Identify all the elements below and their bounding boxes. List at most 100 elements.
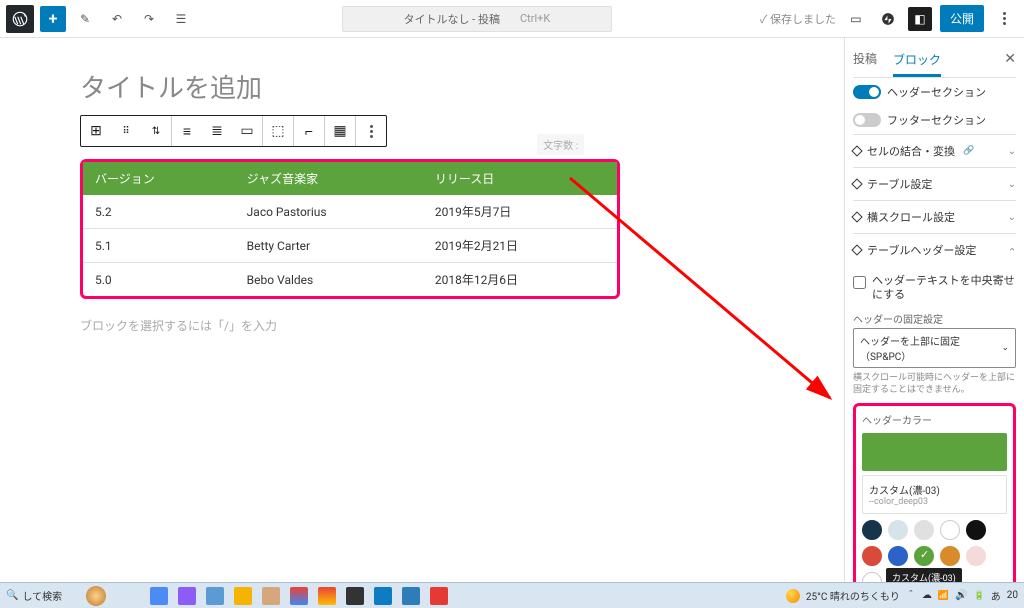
chrome-icon[interactable] (290, 587, 308, 605)
color-swatch[interactable] (888, 546, 908, 566)
diamond-icon (851, 244, 862, 255)
color-swatch[interactable] (940, 520, 960, 540)
post-title-input[interactable]: タイトルを追加 (80, 68, 764, 105)
color-swatch[interactable] (966, 546, 986, 566)
view-icon[interactable]: ▭ (844, 7, 868, 31)
panel-hscroll-settings[interactable]: 横スクロール設定 ⌄ (853, 200, 1016, 233)
add-block-button[interactable]: + (40, 6, 66, 32)
table-edit-icon[interactable]: ▦ (325, 116, 355, 146)
app-icon[interactable] (178, 587, 196, 605)
app-icon[interactable] (318, 587, 336, 605)
align-wide-icon[interactable]: ▭ (232, 116, 262, 146)
app-icon[interactable] (150, 587, 168, 605)
center-header-checkbox-row: ヘッダーテキストを中央寄せにする (853, 270, 1016, 307)
center-header-checkbox[interactable] (853, 276, 866, 289)
top-bar: + ✎ ↶ ↷ ☰ タイトルなし - 投稿 Ctrl+K ✓ 保存しました ▭ … (0, 0, 1024, 38)
color-token: --color_deep03 (869, 497, 1000, 507)
sidebar-scrollbar[interactable] (844, 38, 845, 582)
color-swatch[interactable] (914, 546, 934, 566)
table-header-row[interactable]: バージョン ジャズ音楽家 リリース日 (83, 162, 617, 195)
taskbar-search[interactable]: 🔍 して検索 (6, 588, 62, 603)
block-type-icon[interactable]: ⊞ (81, 116, 111, 146)
table-row[interactable]: 5.1 Betty Carter 2019年2月21日 (83, 229, 617, 263)
header-section-toggle[interactable] (853, 85, 881, 99)
settings-sidebar: 投稿 ブロック ✕ ヘッダーセクション フッターセクション セルの結合・変換 🔗… (844, 38, 1024, 582)
data-table[interactable]: バージョン ジャズ音楽家 リリース日 5.2 Jaco Pastorius 20… (83, 162, 617, 296)
taskbar-apps (150, 587, 448, 605)
cortana-icon[interactable] (86, 586, 106, 606)
tab-post[interactable]: 投稿 (853, 44, 877, 73)
edit-mode-icon[interactable]: ✎ (72, 6, 98, 32)
more-options-icon[interactable] (992, 6, 1018, 32)
fix-header-label: ヘッダーの固定設定 (853, 307, 1016, 328)
publish-button[interactable]: 公開 (940, 5, 984, 32)
color-swatch[interactable] (888, 520, 908, 540)
header-section-toggle-row: ヘッダーセクション (853, 78, 1016, 106)
center-header-label: ヘッダーテキストを中央寄せにする (872, 274, 1016, 303)
tray-volume-icon[interactable]: 🔊 (955, 590, 967, 601)
shortcut-hint: Ctrl+K (520, 12, 550, 25)
footer-section-label: フッターセクション (887, 112, 986, 128)
cell-style-icon[interactable]: ⬚ (263, 116, 293, 146)
tray-cloud-icon[interactable]: ☁ (922, 590, 932, 601)
weather-icon[interactable] (786, 589, 800, 603)
document-title-field[interactable]: タイトルなし - 投稿 Ctrl+K (342, 6, 612, 32)
chevron-down-icon: ⌄ (1001, 343, 1009, 353)
app-icon[interactable] (402, 587, 420, 605)
edge-icon[interactable] (374, 587, 392, 605)
color-info-card: カスタム(濃-03) --color_deep03 (862, 475, 1007, 514)
header-color-section-highlight: ヘッダーカラー カスタム(濃-03) --color_deep03 カスタム(濃… (853, 403, 1016, 582)
jetpack-icon[interactable] (876, 7, 900, 31)
tray-chevron-icon[interactable]: ＾ (906, 588, 916, 603)
tray-wifi-icon[interactable]: 📶 (938, 591, 949, 601)
block-toolbar: ⊞ ⠿ ⇅ ≡ ≣ ▭ ⬚ ⌐ ▦ (80, 115, 387, 147)
swatch-tooltip: カスタム(濃-03) (886, 568, 962, 582)
undo-icon[interactable]: ↶ (104, 6, 130, 32)
panel-cell-merge[interactable]: セルの結合・変換 🔗 ⌄ (853, 134, 1016, 167)
header-color-label: ヘッダーカラー (862, 412, 1007, 429)
move-icon[interactable]: ⇅ (141, 116, 171, 146)
app-icon[interactable] (206, 587, 224, 605)
editor-canvas[interactable]: タイトルを追加 文字数 : ⊞ ⠿ ⇅ ≡ ≣ ▭ ⬚ ⌐ ▦ (0, 38, 844, 582)
panel-table-settings[interactable]: テーブル設定 ⌄ (853, 167, 1016, 200)
weather-text[interactable]: 25°C 晴れのちくもり (806, 588, 900, 603)
redo-icon[interactable]: ↷ (136, 6, 162, 32)
color-swatch[interactable] (966, 520, 986, 540)
color-swatch[interactable] (940, 546, 960, 566)
explorer-icon[interactable] (234, 587, 252, 605)
align-left-icon[interactable]: ≡ (172, 116, 202, 146)
fix-header-select[interactable]: ヘッダーを上部に固定（SP&PC） ⌄ (853, 328, 1016, 368)
panel-table-header[interactable]: テーブルヘッダー設定 ⌄ (853, 233, 1016, 266)
app-icon[interactable] (262, 587, 280, 605)
chevron-down-icon: ⌄ (1008, 212, 1016, 223)
taskbar-clock[interactable]: 20 (1007, 590, 1018, 601)
header-color-preview[interactable] (862, 433, 1007, 471)
annotation-arrow (560, 168, 844, 428)
document-outline-icon[interactable]: ☰ (168, 6, 194, 32)
caption-icon[interactable]: ⌐ (294, 116, 324, 146)
search-icon: 🔍 (6, 590, 18, 601)
saved-status: ✓ 保存しました (760, 11, 836, 27)
color-swatch[interactable] (862, 546, 882, 566)
settings-sidebar-toggle[interactable]: ◧ (908, 7, 932, 31)
more-block-options-icon[interactable] (356, 116, 386, 146)
table-row[interactable]: 5.2 Jaco Pastorius 2019年5月7日 (83, 195, 617, 229)
ime-indicator[interactable]: あ (991, 588, 1001, 603)
align-center-icon[interactable]: ≣ (202, 116, 232, 146)
link-icon: 🔗 (963, 146, 974, 156)
th-version[interactable]: バージョン (83, 162, 235, 195)
th-musician[interactable]: ジャズ音楽家 (235, 162, 423, 195)
drag-handle-icon[interactable]: ⠿ (111, 116, 141, 146)
color-swatch[interactable] (914, 520, 934, 540)
tray-battery-icon[interactable]: 🔋 (974, 591, 985, 601)
close-sidebar-icon[interactable]: ✕ (1004, 51, 1016, 67)
color-swatch[interactable] (862, 520, 882, 540)
app-icon[interactable] (346, 587, 364, 605)
wordpress-logo-icon[interactable] (6, 5, 34, 33)
tab-block[interactable]: ブロック (893, 45, 941, 77)
color-name: カスタム(濃-03) (869, 482, 1000, 497)
color-swatch[interactable] (862, 572, 882, 582)
table-row[interactable]: 5.0 Bebo Valdes 2018年12月6日 (83, 263, 617, 297)
app-icon[interactable] (430, 587, 448, 605)
footer-section-toggle[interactable] (853, 113, 881, 127)
